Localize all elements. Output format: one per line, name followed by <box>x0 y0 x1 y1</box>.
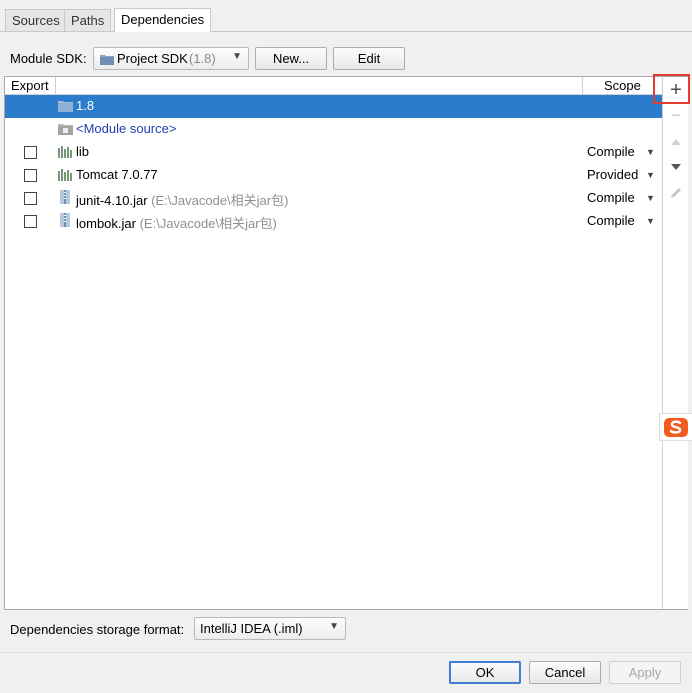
folder-icon <box>100 55 114 65</box>
tab-bar: Sources Paths Dependencies <box>0 0 692 33</box>
export-checkbox[interactable] <box>24 192 37 205</box>
chevron-down-icon[interactable]: ▼ <box>646 170 655 180</box>
folder-icon <box>58 124 73 135</box>
folder-icon <box>58 101 73 112</box>
jar-icon <box>60 213 70 227</box>
scope-value[interactable]: Compile <box>587 144 635 159</box>
scope-value[interactable]: Provided <box>587 167 638 182</box>
scope-value[interactable]: Compile <box>587 190 635 205</box>
tab-divider <box>0 31 692 32</box>
storage-format-combo[interactable]: IntelliJ IDEA (.iml) ▼ <box>194 617 346 640</box>
export-checkbox[interactable] <box>24 169 37 182</box>
edit-sdk-button[interactable]: Edit <box>333 47 405 70</box>
dependency-name: lib <box>76 144 90 159</box>
dependencies-table: Export Scope 1.8 <Module source> lib Com… <box>4 76 688 610</box>
table-row[interactable]: lombok.jar (E:\Javacode\相关jar包) Compile … <box>5 210 662 233</box>
jar-name: junit-4.10.jar <box>76 193 148 208</box>
sdk-value: Project SDK <box>117 51 188 66</box>
jar-path: (E:\Javacode\相关jar包) <box>151 193 289 208</box>
table-row[interactable]: <Module source> <box>5 118 662 141</box>
table-row[interactable]: lib Compile ▼ <box>5 141 662 164</box>
edit-pencil-icon[interactable] <box>668 185 684 201</box>
jar-name: lombok.jar <box>76 216 136 231</box>
tab-paths[interactable]: Paths <box>64 9 112 31</box>
export-column-header[interactable]: Export <box>11 78 49 93</box>
table-row[interactable]: 1.8 <box>5 95 662 118</box>
export-checkbox[interactable] <box>24 215 37 228</box>
chevron-down-icon: ▼ <box>232 51 242 62</box>
storage-format-label: Dependencies storage format: <box>10 622 185 637</box>
table-row[interactable]: junit-4.10.jar (E:\Javacode\相关jar包) Comp… <box>5 187 662 210</box>
table-row[interactable]: Tomcat 7.0.77 Provided ▼ <box>5 164 662 187</box>
cancel-button[interactable]: Cancel <box>529 661 601 684</box>
storage-format-value: IntelliJ IDEA (.iml) <box>200 621 303 636</box>
scope-value[interactable]: Compile <box>587 213 635 228</box>
module-sdk-combo[interactable]: Project SDK (1.8) ▼ <box>93 47 249 70</box>
library-icon <box>58 169 72 181</box>
apply-button[interactable]: Apply <box>609 661 681 684</box>
dependency-name: <Module source> <box>76 121 177 136</box>
dependency-name: Tomcat 7.0.77 <box>76 167 158 182</box>
new-sdk-button[interactable]: New... <box>255 47 327 70</box>
footer-divider <box>0 652 692 653</box>
chevron-down-icon[interactable]: ▼ <box>646 216 655 226</box>
module-sdk-label: Module SDK: <box>10 51 87 66</box>
dependency-name: lombok.jar (E:\Javacode\相关jar包) <box>76 213 277 232</box>
chevron-down-icon: ▼ <box>329 621 339 632</box>
column-divider <box>55 77 56 95</box>
export-checkbox[interactable] <box>24 146 37 159</box>
tab-sources[interactable]: Sources <box>5 9 67 31</box>
jar-path: (E:\Javacode\相关jar包) <box>139 216 277 231</box>
move-down-icon[interactable] <box>668 159 684 175</box>
sogou-logo-icon <box>664 418 688 437</box>
chevron-down-icon[interactable]: ▼ <box>646 193 655 203</box>
tab-dependencies[interactable]: Dependencies <box>114 8 212 32</box>
remove-icon[interactable]: − <box>668 106 684 124</box>
dependency-toolbar: + − <box>662 77 688 609</box>
add-button-highlight <box>653 74 690 104</box>
dependency-name: junit-4.10.jar (E:\Javacode\相关jar包) <box>76 190 288 209</box>
dependency-name: 1.8 <box>76 98 95 113</box>
chevron-down-icon[interactable]: ▼ <box>646 147 655 157</box>
column-divider <box>582 77 583 95</box>
library-icon <box>58 146 72 158</box>
sdk-version: (1.8) <box>189 51 216 66</box>
jar-icon <box>60 190 70 204</box>
table-header: Export Scope <box>5 77 662 95</box>
move-up-icon[interactable] <box>668 134 684 150</box>
ime-floating-widget[interactable] <box>659 413 692 441</box>
ok-button[interactable]: OK <box>449 661 521 684</box>
scope-column-header[interactable]: Scope <box>604 78 641 93</box>
